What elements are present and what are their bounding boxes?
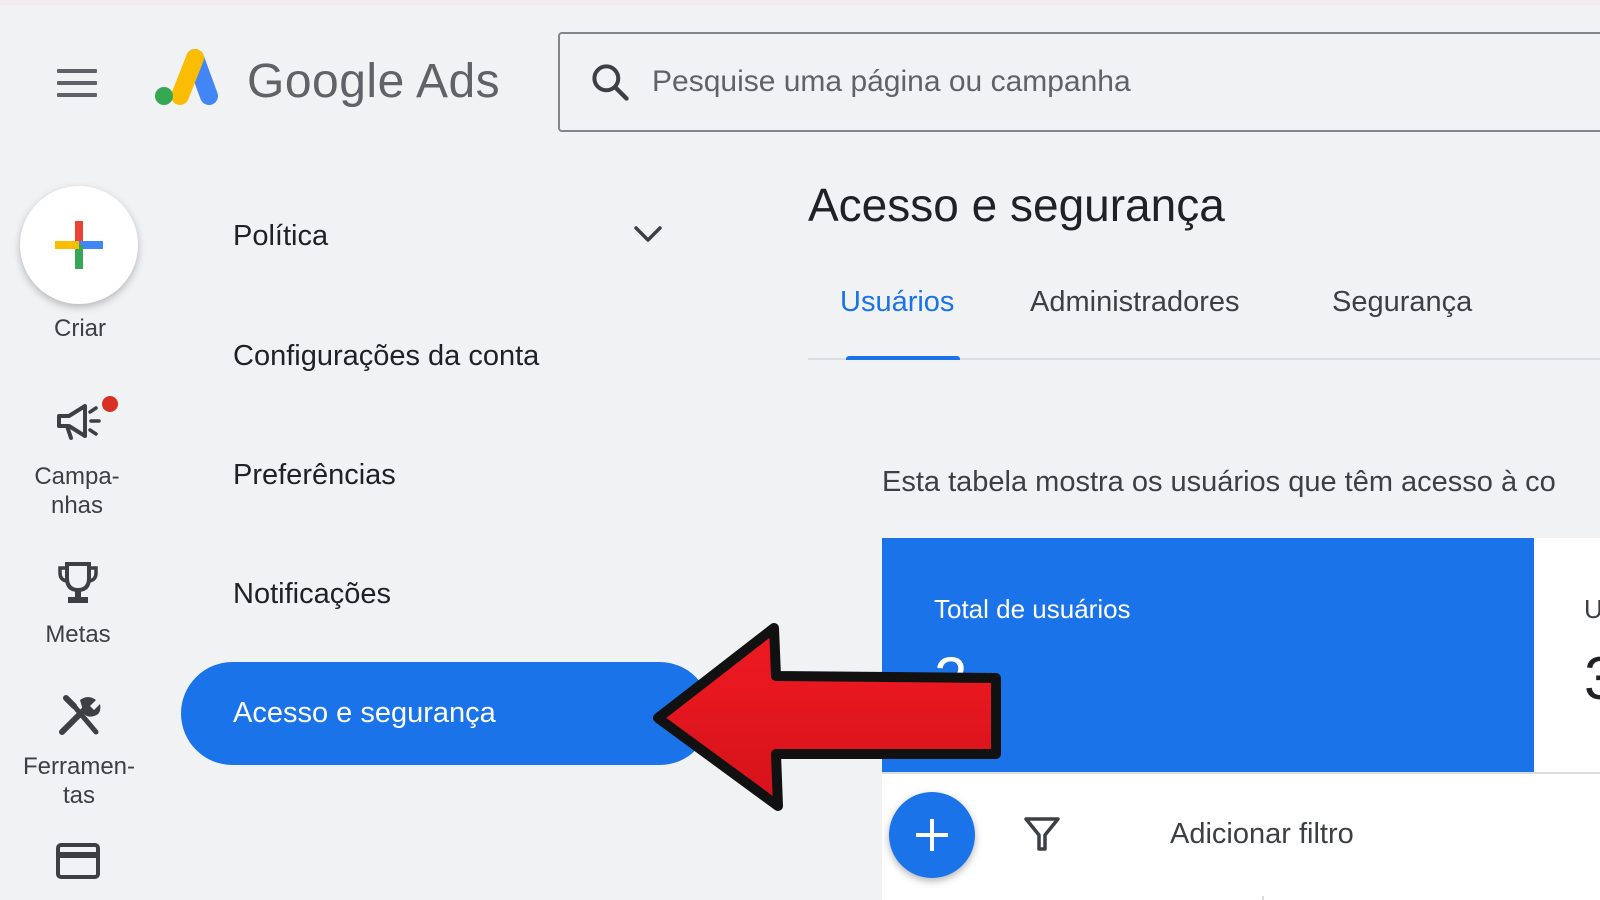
stat-card-secondary[interactable]: U 3 xyxy=(1534,538,1600,772)
create-label: Criar xyxy=(54,315,106,342)
top-strip xyxy=(0,0,1600,5)
chevron-down-icon[interactable] xyxy=(632,224,664,244)
google-ads-logo-icon xyxy=(155,49,218,105)
subnav-item-notifications[interactable]: Notificações xyxy=(233,578,391,611)
subnav-item-policy[interactable]: Política xyxy=(233,220,328,253)
hamburger-line xyxy=(57,69,97,73)
subnav-item-preferences[interactable]: Preferências xyxy=(233,459,396,492)
rail-label-tools: Ferramen- tas xyxy=(22,753,136,809)
tab-bar: Usuários Administradores Segurança xyxy=(808,272,1600,360)
rail-label-goals: Metas xyxy=(45,621,111,648)
hamburger-line xyxy=(57,93,97,97)
subnav-item-access-security[interactable]: Acesso e segurança xyxy=(181,662,711,765)
subnav-item-label: Acesso e segurança xyxy=(233,697,496,729)
annotation-arrow-icon xyxy=(653,623,1001,811)
credit-card-icon xyxy=(56,843,100,879)
plus-icon xyxy=(916,819,948,851)
table-description: Esta tabela mostra os usuários que têm a… xyxy=(882,466,1556,498)
tab-administrators[interactable]: Administradores xyxy=(1030,286,1240,319)
tools-icon xyxy=(59,695,101,735)
search-input[interactable] xyxy=(652,65,1552,99)
search-icon xyxy=(592,64,629,101)
page-title: Acesso e segurança xyxy=(808,179,1225,231)
notification-dot xyxy=(102,396,118,412)
tab-security[interactable]: Segurança xyxy=(1332,286,1472,319)
stat-label: U xyxy=(1584,594,1600,624)
tab-users[interactable]: Usuários xyxy=(840,286,954,319)
divider xyxy=(1262,896,1264,900)
trophy-icon xyxy=(58,562,98,603)
create-button[interactable] xyxy=(20,186,138,304)
subnav-item-account-settings[interactable]: Configurações da conta xyxy=(233,340,539,373)
rail-label-campaigns: Campa- nhas xyxy=(34,463,120,519)
search-box[interactable] xyxy=(558,32,1600,132)
add-filter-button[interactable]: Adicionar filtro xyxy=(1170,818,1354,851)
hamburger-line xyxy=(57,81,97,85)
active-tab-indicator xyxy=(846,356,960,360)
filter-icon[interactable] xyxy=(1022,814,1062,854)
megaphone-icon xyxy=(57,404,101,440)
stat-label: Total de usuários xyxy=(934,594,1131,624)
main-menu-button[interactable] xyxy=(52,58,102,108)
plus-icon xyxy=(55,221,103,269)
stat-value: 3 xyxy=(1584,644,1600,713)
app-name: Google Ads xyxy=(247,55,501,108)
